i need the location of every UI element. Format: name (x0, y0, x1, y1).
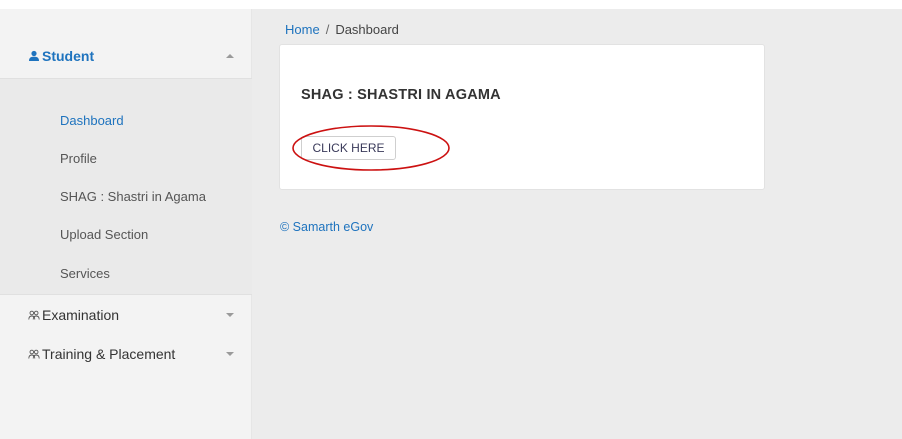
chevron-down-icon (226, 352, 234, 356)
sidebar-group-label: Student (42, 48, 95, 64)
sidebar-item-dashboard[interactable]: Dashboard (60, 113, 124, 128)
card-title: SHAG : SHASTRI IN AGAMA (301, 87, 501, 103)
sidebar-item-shag[interactable]: SHAG : Shastri in Agama (60, 189, 206, 204)
sidebar-group-label: Training & Placement (42, 346, 176, 362)
click-here-button[interactable]: CLICK HERE (301, 136, 396, 160)
app-frame: Student Dashboard Profile SHAG : Shastri… (0, 9, 902, 439)
breadcrumb-separator: / (325, 22, 330, 37)
program-card: SHAG : SHASTRI IN AGAMA CLICK HERE (279, 44, 765, 190)
footer-copyright-link[interactable]: © Samarth eGov (280, 220, 373, 234)
breadcrumb-current: Dashboard (335, 22, 399, 37)
sidebar-group-examination[interactable]: Examination (0, 295, 252, 335)
sidebar-item-profile[interactable]: Profile (60, 151, 97, 166)
sidebar-group-student[interactable]: Student (0, 36, 252, 76)
users-icon (28, 309, 40, 321)
sidebar-group-training-placement[interactable]: Training & Placement (0, 334, 252, 374)
main-content: Home / Dashboard SHAG : SHASTRI IN AGAMA C… (252, 9, 902, 439)
chevron-up-icon (226, 54, 234, 58)
sidebar-item-services[interactable]: Services (60, 266, 110, 281)
breadcrumb-home-link[interactable]: Home (285, 22, 320, 37)
users-icon (28, 348, 40, 360)
chevron-down-icon (226, 313, 234, 317)
sidebar-item-upload-section[interactable]: Upload Section (60, 227, 148, 242)
student-submenu: Dashboard Profile SHAG : Shastri in Agam… (0, 78, 252, 295)
user-icon (28, 50, 40, 62)
sidebar: Student Dashboard Profile SHAG : Shastri… (0, 9, 252, 439)
sidebar-group-label: Examination (42, 307, 120, 323)
breadcrumb: Home / Dashboard (285, 22, 399, 37)
